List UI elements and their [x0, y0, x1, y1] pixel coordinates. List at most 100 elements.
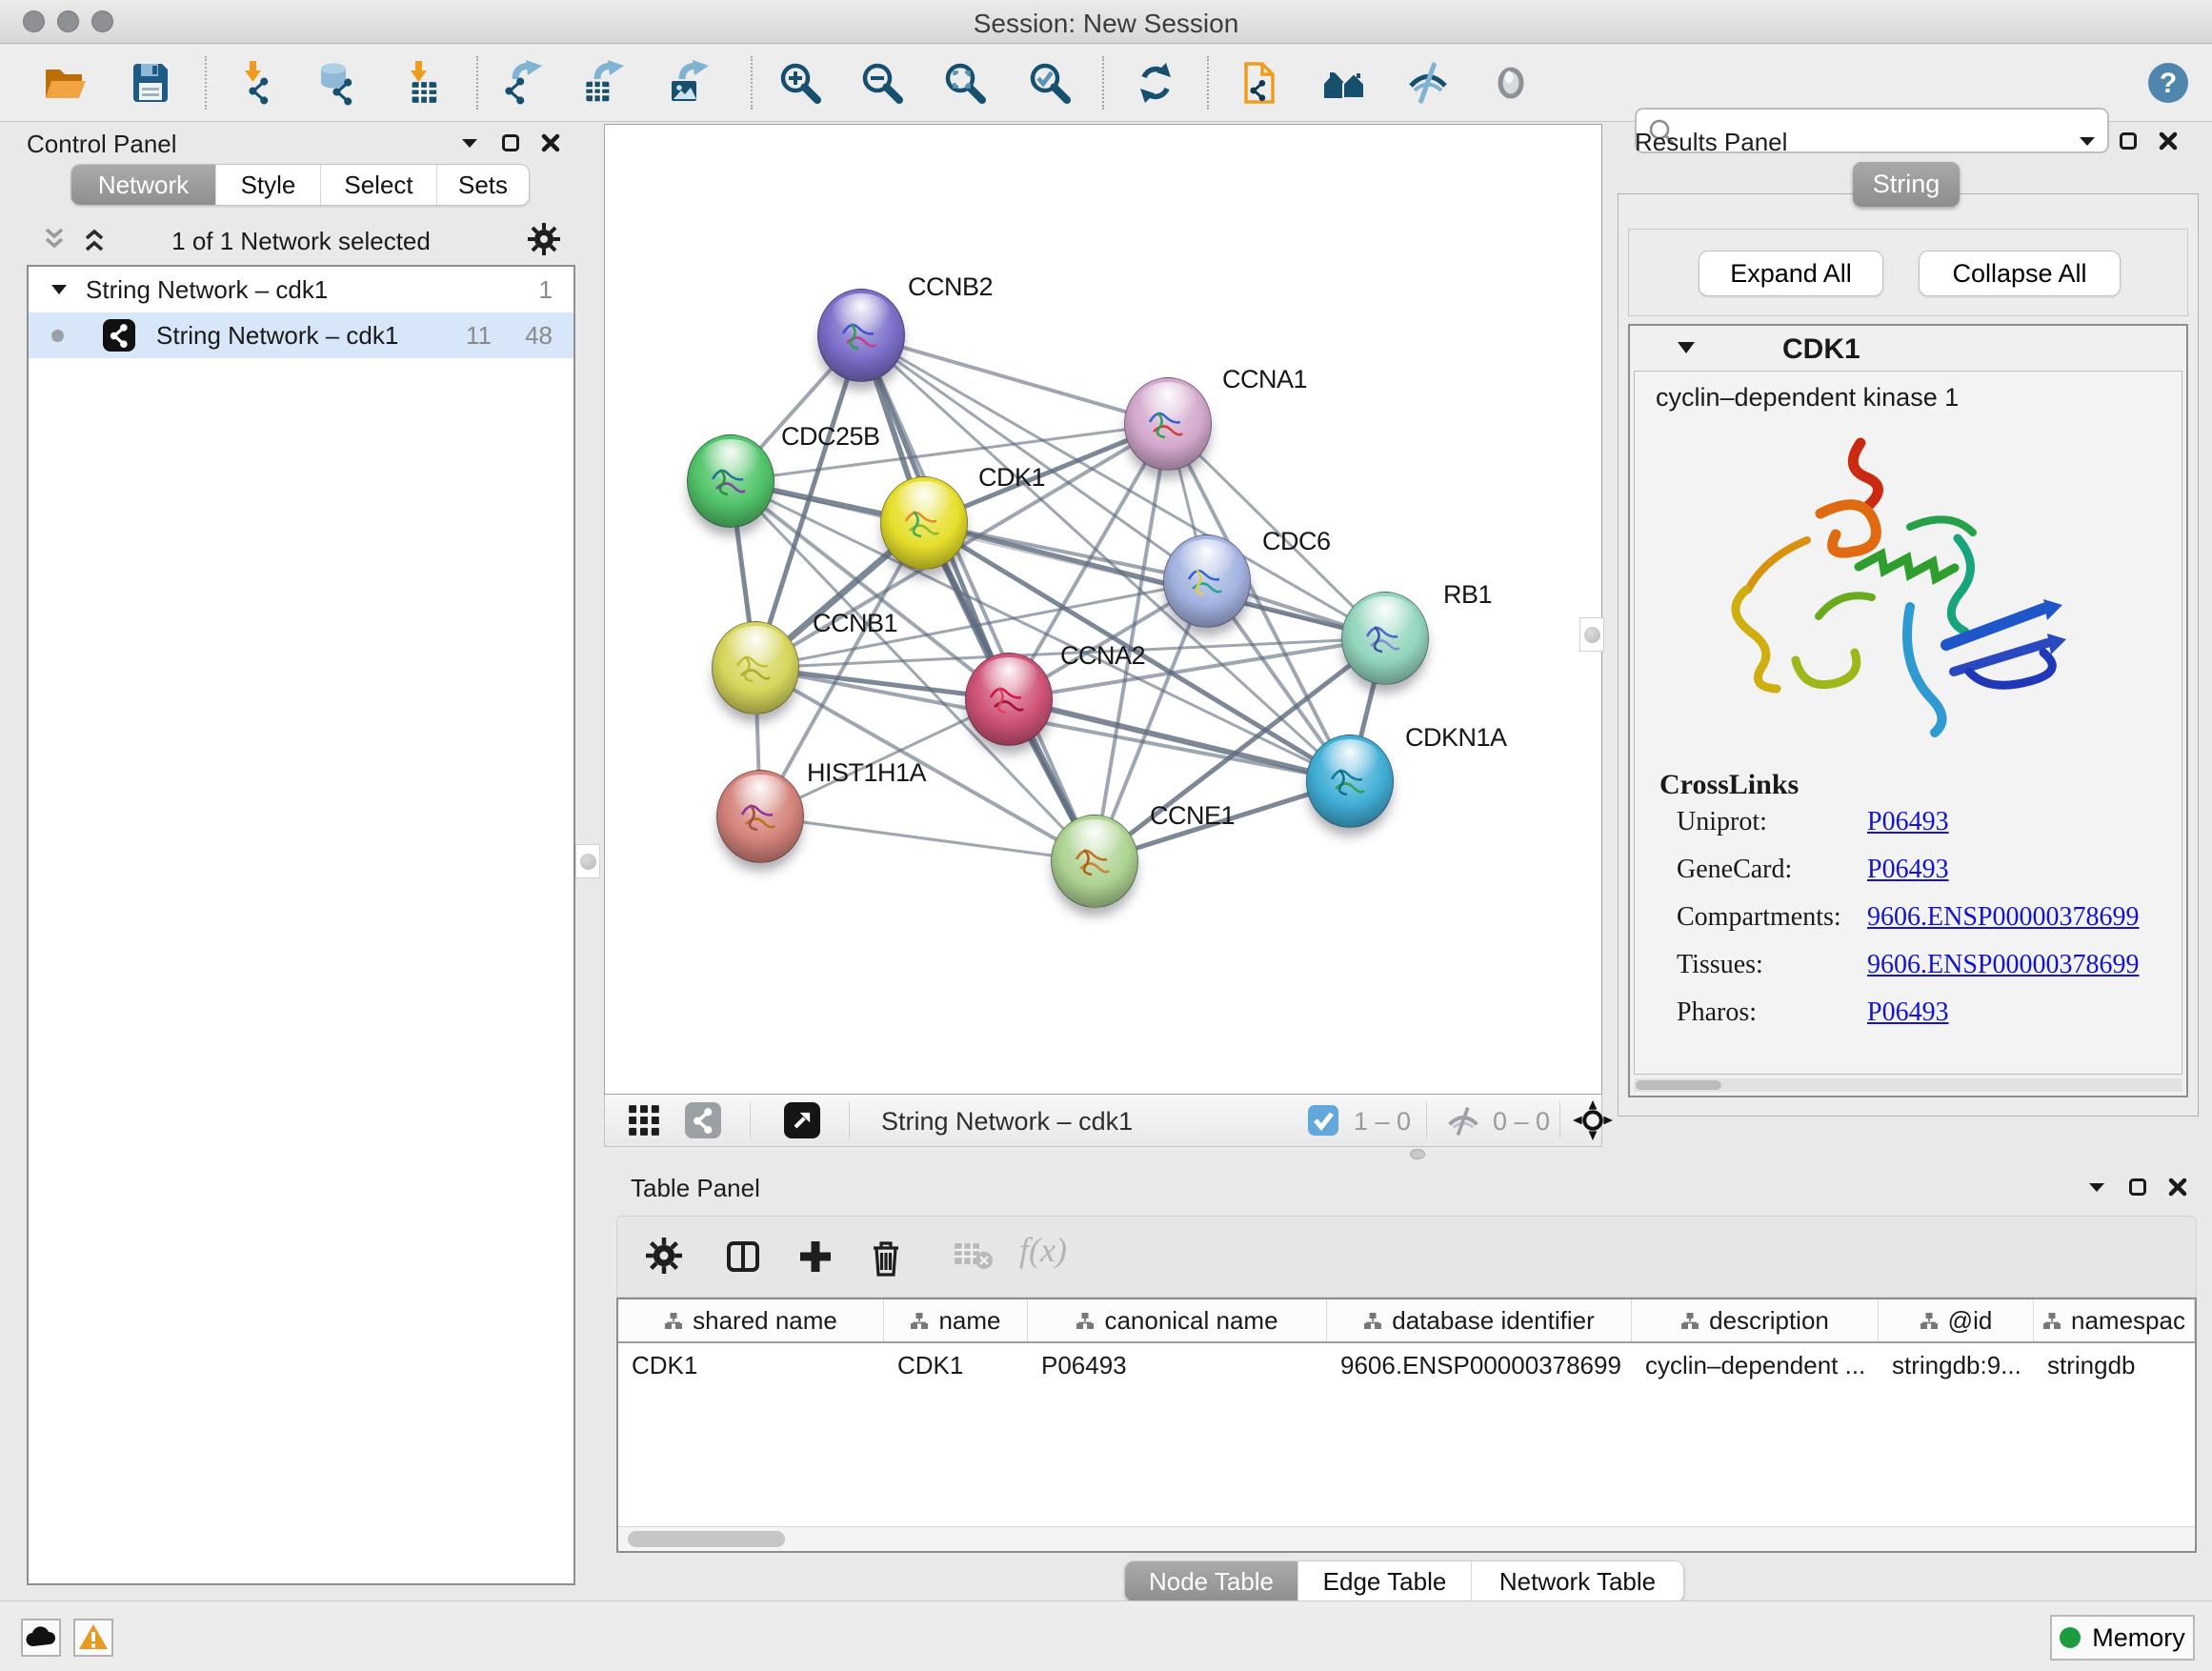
network-node-HIST1H1A[interactable] — [716, 770, 804, 863]
save-session-button[interactable] — [126, 58, 175, 108]
crosslink-label: Pharos: — [1677, 997, 1867, 1028]
table-cell[interactable]: stringdb — [2034, 1343, 2195, 1387]
network-node-CCNB2[interactable] — [817, 289, 905, 382]
delete-column-trash-icon[interactable] — [867, 1238, 905, 1280]
expand-all-button[interactable]: Expand All — [1699, 251, 1883, 296]
float-panel-icon[interactable] — [2128, 1178, 2147, 1197]
column-header-description[interactable]: description — [1632, 1299, 1879, 1341]
export-image-button[interactable] — [665, 58, 714, 108]
crosslink-link[interactable]: P06493 — [1867, 807, 1949, 837]
memory-button[interactable]: Memory — [2050, 1615, 2195, 1661]
collapse-all-button[interactable]: Collapse All — [1919, 251, 2121, 296]
network-list: String Network – cdk1 1 String Network –… — [27, 265, 575, 1585]
tab-node-table[interactable]: Node Table — [1125, 1561, 1298, 1601]
node-label-CCNB2: CCNB2 — [908, 272, 993, 302]
network-node-CDK1[interactable] — [880, 476, 968, 570]
crosslink-label: Compartments: — [1677, 902, 1867, 933]
network-node-CDKN1A[interactable] — [1306, 735, 1394, 828]
network-node-CCNB1[interactable] — [712, 621, 799, 715]
open-session-button[interactable] — [40, 58, 90, 108]
network-row-selected[interactable]: String Network – cdk1 11 48 — [29, 312, 573, 358]
tab-style[interactable]: Style — [216, 165, 321, 205]
toolbar-separator — [750, 1102, 751, 1138]
network-from-document-button[interactable] — [1235, 58, 1284, 108]
table-cell[interactable]: CDK1 — [884, 1343, 1028, 1387]
left-splitter-handle[interactable] — [575, 844, 600, 878]
network-node-CCNE1[interactable] — [1051, 815, 1138, 908]
table-scrollbar[interactable] — [618, 1526, 2195, 1551]
column-header--id[interactable]: @id — [1879, 1299, 2034, 1341]
string-home-button[interactable] — [1319, 58, 1369, 108]
table-row[interactable]: CDK1CDK1P064939606.ENSP00000378699cyclin… — [618, 1343, 2195, 1387]
panel-menu-icon[interactable] — [2086, 1179, 2107, 1195]
export-network-button[interactable] — [498, 58, 548, 108]
close-panel-icon[interactable] — [2168, 1178, 2187, 1197]
zoom-fit-content-button[interactable] — [940, 58, 990, 108]
crosslink-link[interactable]: P06493 — [1867, 855, 1949, 885]
import-network-from-database-button[interactable] — [312, 58, 362, 108]
collapse-arrow-icon[interactable] — [1676, 339, 1697, 356]
fit-selected-crosshair-icon[interactable] — [1573, 1100, 1613, 1140]
table-cell[interactable]: P06493 — [1028, 1343, 1327, 1387]
tab-select[interactable]: Select — [321, 165, 437, 205]
results-scrollbar[interactable] — [1634, 1078, 2182, 1092]
network-node-CCNA2[interactable] — [965, 653, 1053, 746]
network-options-gear-icon[interactable] — [528, 223, 560, 255]
gene-section-header[interactable]: CDK1 — [1630, 326, 2186, 371]
export-table-button[interactable] — [580, 58, 630, 108]
column-header-namespac[interactable]: namespac — [2034, 1299, 2195, 1341]
tab-network[interactable]: Network — [71, 165, 216, 205]
grid-view-icon[interactable] — [626, 1102, 662, 1138]
table-options-gear-icon[interactable] — [646, 1238, 682, 1277]
close-panel-icon[interactable] — [2159, 131, 2178, 151]
crosslink-link[interactable]: 9606.ENSP00000378699 — [1867, 902, 2139, 933]
tab-sets[interactable]: Sets — [437, 165, 529, 205]
network-node-CDC6[interactable] — [1163, 534, 1251, 628]
network-node-CDC25B[interactable] — [687, 434, 774, 528]
string-view-icon[interactable] — [685, 1102, 721, 1138]
node-label-CCNA1: CCNA1 — [1222, 365, 1307, 394]
network-canvas[interactable]: CCNB2CCNA1CDC25BCDK1CDC6RB1CCNB1CCNA2CDK… — [604, 124, 1602, 1095]
panel-menu-icon[interactable] — [2077, 133, 2098, 149]
network-node-CCNA1[interactable] — [1124, 377, 1212, 471]
close-panel-icon[interactable] — [541, 133, 560, 152]
birdseye-toggle-icon[interactable] — [784, 1102, 820, 1138]
float-panel-icon[interactable] — [501, 133, 520, 152]
right-splitter-handle[interactable] — [1579, 617, 1604, 652]
table-cell[interactable]: stringdb:9... — [1879, 1343, 2034, 1387]
tab-string[interactable]: String — [1853, 162, 1960, 207]
collapse-arrow-icon[interactable] — [50, 282, 69, 297]
crosslink-link[interactable]: 9606.ENSP00000378699 — [1867, 950, 2139, 980]
column-header-shared-name[interactable]: shared name — [618, 1299, 884, 1341]
table-cell[interactable]: CDK1 — [618, 1343, 884, 1387]
table-cell[interactable]: cyclin–dependent ... — [1632, 1343, 1879, 1387]
zoom-selected-region-button[interactable] — [1025, 58, 1075, 108]
show-columns-icon[interactable] — [724, 1238, 762, 1278]
import-table-from-file-button[interactable] — [398, 58, 448, 108]
crosslink-link[interactable]: P06493 — [1867, 997, 1949, 1028]
table-cell[interactable]: 9606.ENSP00000378699 — [1327, 1343, 1632, 1387]
network-collection-row[interactable]: String Network – cdk1 1 — [29, 267, 573, 312]
zoom-out-button[interactable] — [857, 58, 907, 108]
float-panel-icon[interactable] — [2119, 131, 2138, 151]
horizontal-splitter-grip[interactable] — [1410, 1149, 1425, 1159]
column-header-name[interactable]: name — [884, 1299, 1028, 1341]
panel-menu-icon[interactable] — [459, 135, 480, 151]
warnings-button[interactable] — [73, 1619, 113, 1657]
hide-graphics-details-button[interactable] — [1403, 58, 1453, 108]
import-network-from-file-button[interactable] — [232, 58, 282, 108]
hidden-eye-icon[interactable] — [1443, 1106, 1483, 1137]
tab-edge-table[interactable]: Edge Table — [1298, 1561, 1472, 1601]
column-header-canonical-name[interactable]: canonical name — [1028, 1299, 1327, 1341]
zoom-in-button[interactable] — [775, 58, 825, 108]
cloud-services-button[interactable] — [21, 1619, 61, 1657]
network-node-RB1[interactable] — [1341, 592, 1429, 685]
help-button[interactable]: ? — [2143, 58, 2193, 108]
tab-network-table[interactable]: Network Table — [1472, 1561, 1683, 1601]
create-column-plus-icon[interactable] — [796, 1238, 835, 1278]
column-header-database-identifier[interactable]: database identifier — [1327, 1299, 1632, 1341]
birdseye-eye-button[interactable] — [1486, 58, 1536, 108]
apply-preferred-layout-button[interactable] — [1131, 58, 1180, 108]
selected-checkbox[interactable] — [1308, 1105, 1338, 1136]
collection-name: String Network – cdk1 — [86, 275, 328, 305]
